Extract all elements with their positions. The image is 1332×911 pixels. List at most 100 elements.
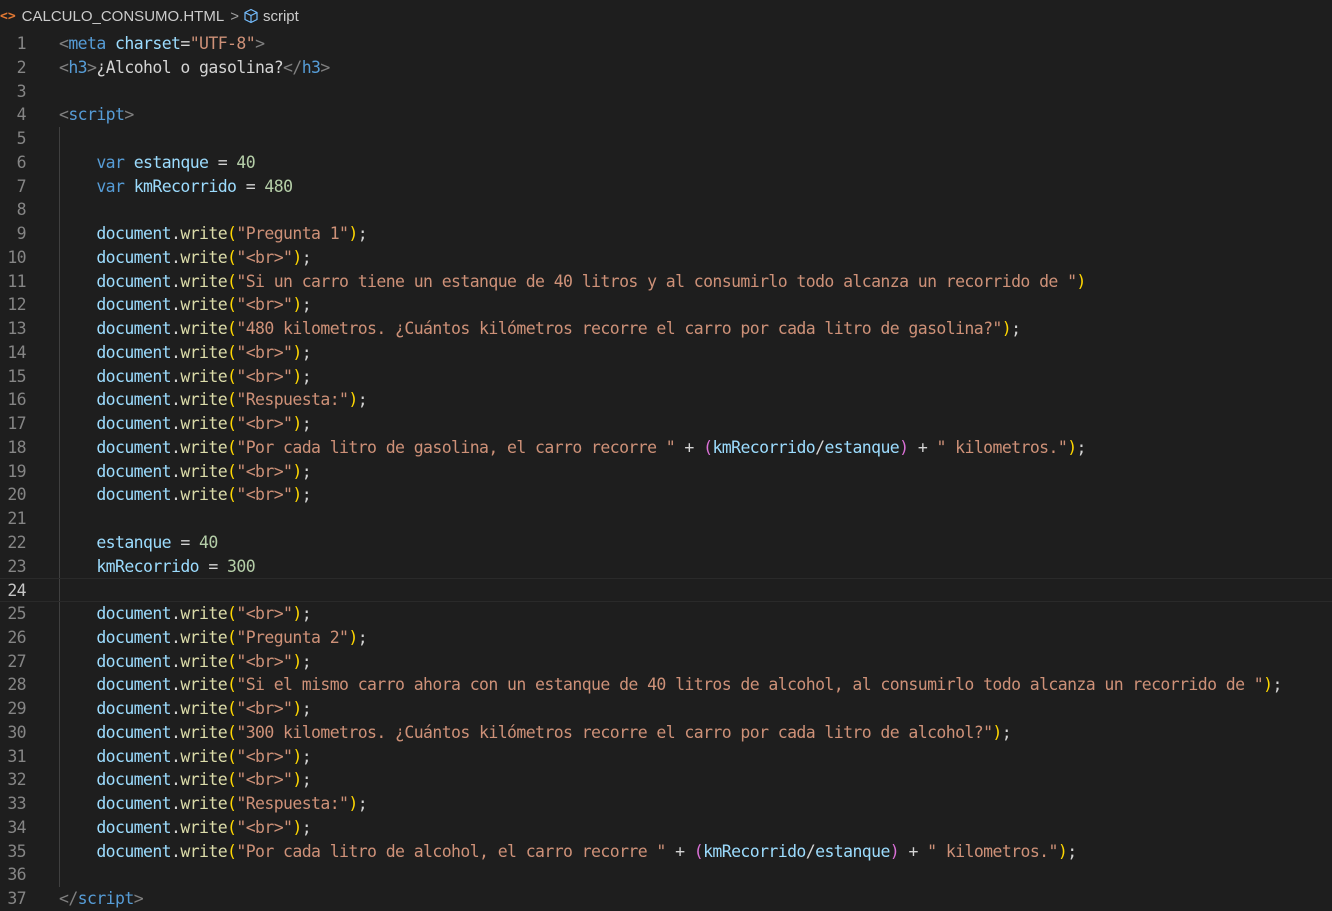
code-line[interactable]: 27 document.write("<br>"); — [0, 650, 1332, 674]
code-line[interactable]: 12 document.write("<br>"); — [0, 293, 1332, 317]
code-line[interactable]: 31 document.write("<br>"); — [0, 745, 1332, 769]
code-line[interactable]: 10 document.write("<br>"); — [0, 246, 1332, 270]
code-token: + — [665, 841, 694, 861]
line-number: 22 — [7, 532, 26, 552]
code-line[interactable]: 35 document.write("Por cada litro de alc… — [0, 840, 1332, 864]
code-token: ( — [227, 247, 237, 267]
code-token: "<br>" — [236, 247, 293, 267]
code-token: script — [77, 889, 135, 908]
code-line[interactable]: 9 document.write("Pregunta 1"); — [0, 222, 1332, 246]
code-line[interactable]: 26 document.write("Pregunta 2"); — [0, 626, 1332, 650]
code-token: ( — [227, 746, 237, 766]
code-line[interactable]: 11 document.write("Si un carro tiene un … — [0, 270, 1332, 294]
code-line[interactable]: 18 document.write("Por cada litro de gas… — [0, 436, 1332, 460]
code-text: document.write("<br>"); — [59, 768, 311, 792]
code-line[interactable]: 29 document.write("<br>"); — [0, 697, 1332, 721]
code-token: ) — [292, 817, 302, 837]
code-line[interactable]: 4 <script> — [0, 103, 1332, 127]
code-line[interactable]: 24 — [0, 578, 1332, 602]
code-line[interactable]: 1 <meta charset="UTF-8"> — [0, 32, 1332, 56]
line-number: 19 — [7, 461, 26, 481]
breadcrumb-symbol[interactable]: script — [263, 8, 299, 25]
code-token: ) — [889, 841, 900, 861]
code-token: " kilometros." — [927, 841, 1058, 861]
code-line[interactable]: 7 var kmRecorrido = 480 — [0, 175, 1332, 199]
code-line[interactable]: 16 document.write("Respuesta:"); — [0, 388, 1332, 412]
code-line[interactable]: 28 document.write("Si el mismo carro aho… — [0, 673, 1332, 697]
code-line[interactable]: 33 document.write("Respuesta:"); — [0, 792, 1332, 816]
code-line[interactable]: 19 document.write("<br>"); — [0, 460, 1332, 484]
code-token: = — [208, 152, 237, 172]
code-token: "Respuesta:" — [236, 794, 349, 813]
code-token: write — [180, 651, 228, 671]
line-number: 6 — [16, 152, 27, 172]
code-line[interactable]: 21 — [0, 507, 1332, 531]
code-line[interactable]: 23 kmRecorrido = 300 — [0, 555, 1332, 579]
code-token: write — [180, 675, 228, 695]
code-line[interactable]: 14 document.write("<br>"); — [0, 341, 1332, 365]
code-line[interactable]: 30 document.write("300 kilometros. ¿Cuán… — [0, 721, 1332, 745]
code-token: meta — [68, 34, 106, 53]
code-token: ) — [292, 295, 302, 315]
code-token: write — [180, 437, 228, 457]
code-line[interactable]: 25 document.write("<br>"); — [0, 602, 1332, 626]
code-text: document.write("<br>"); — [59, 602, 311, 626]
line-number: 20 — [7, 485, 26, 505]
code-token: ( — [227, 770, 237, 790]
code-line[interactable]: 17 document.write("<br>"); — [0, 412, 1332, 436]
code-line[interactable]: 5 — [0, 127, 1332, 151]
code-token: ) — [1057, 841, 1068, 861]
code-token: . — [171, 651, 181, 671]
code-text: document.write("Por cada litro de gasoli… — [59, 436, 1086, 460]
code-token: 480 — [264, 176, 293, 196]
line-number: 21 — [7, 509, 26, 528]
line-number: 8 — [16, 200, 27, 220]
code-line[interactable]: 3 — [0, 80, 1332, 104]
cube-icon — [243, 8, 259, 24]
code-line[interactable]: 37 </script> — [0, 887, 1332, 911]
code-token: ) — [292, 366, 302, 386]
line-number: 9 — [16, 224, 27, 243]
code-line[interactable]: 8 — [0, 198, 1332, 222]
code-line[interactable]: 34 document.write("<br>"); — [0, 816, 1332, 840]
code-token: "<br>" — [236, 604, 293, 623]
code-line[interactable]: 32 document.write("<br>"); — [0, 768, 1332, 792]
line-number: 15 — [7, 366, 26, 386]
breadcrumb-separator: > — [230, 7, 239, 25]
code-line[interactable]: 20 document.write("<br>"); — [0, 483, 1332, 507]
code-token: </ — [59, 889, 78, 908]
line-number: 2 — [16, 57, 27, 77]
code-token: "<br>" — [236, 342, 293, 362]
code-line[interactable]: 22 estanque = 40 — [0, 531, 1332, 555]
code-line[interactable]: 15 document.write("<br>"); — [0, 365, 1332, 389]
line-number: 16 — [7, 390, 26, 410]
code-token: write — [180, 699, 228, 718]
breadcrumb-file[interactable]: CALCULO_CONSUMO.HTML — [22, 8, 225, 25]
code-line[interactable]: 6 var estanque = 40 — [0, 151, 1332, 175]
code-line[interactable]: 36 — [0, 863, 1332, 887]
line-number: 11 — [7, 271, 26, 291]
code-token: ) — [348, 390, 358, 410]
code-token: . — [171, 627, 181, 647]
code-token: ( — [227, 675, 237, 695]
code-token: write — [180, 342, 228, 362]
code-line[interactable]: 13 document.write("480 kilometros. ¿Cuán… — [0, 317, 1332, 341]
code-text: <meta charset="UTF-8"> — [59, 32, 265, 56]
code-token: document — [96, 271, 172, 291]
code-token: ) — [292, 699, 302, 718]
line-number: 32 — [7, 770, 26, 790]
code-editor[interactable]: 1 <meta charset="UTF-8"> 2 <h3>¿Alcohol o g… — [0, 32, 1332, 911]
code-token: write — [180, 770, 228, 790]
code-token: > — [133, 889, 144, 908]
code-token: = — [180, 34, 190, 53]
code-line[interactable]: 2 <h3>¿Alcohol o gasolina?</h3> — [0, 56, 1332, 80]
code-token: write — [180, 746, 228, 766]
code-token: = — [171, 532, 200, 552]
line-number: 25 — [7, 604, 26, 623]
code-token: "<br>" — [236, 485, 293, 505]
